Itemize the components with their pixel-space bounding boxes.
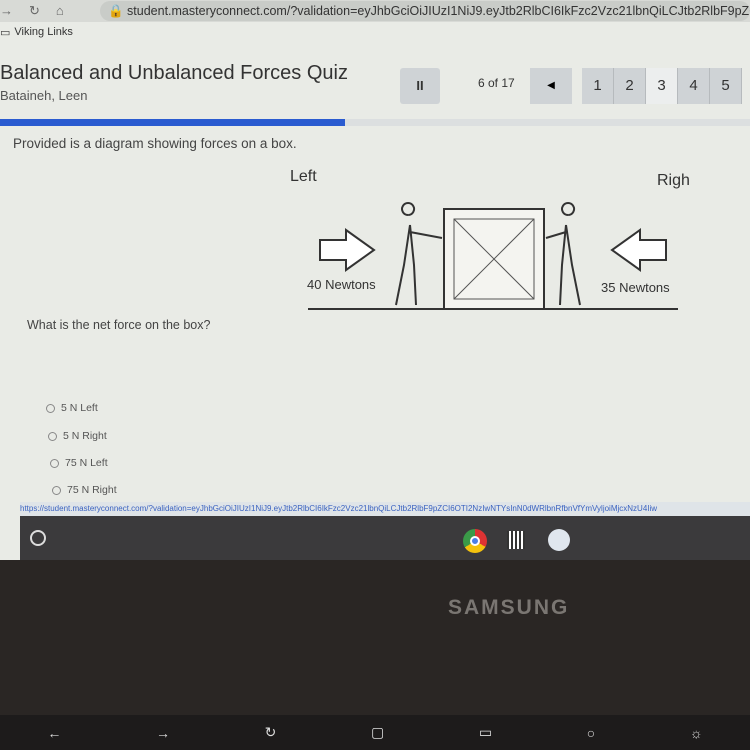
page-2[interactable]: 2 <box>614 68 646 104</box>
left-label: Left <box>290 168 317 185</box>
home-icon[interactable]: ⌂ <box>56 3 64 19</box>
forward-key-icon[interactable]: → <box>156 725 170 741</box>
progress-fill <box>0 119 345 126</box>
pause-button[interactable]: II <box>400 68 440 104</box>
launcher-icon[interactable] <box>30 530 46 546</box>
back-key-icon[interactable]: ← <box>47 725 61 741</box>
brightness-down-key-icon[interactable]: ○ <box>587 725 595 741</box>
screen: → ↻ ⌂ 🔒 student.masteryconnect.com/?valida… <box>0 0 750 560</box>
option-label: 5 N Right <box>63 430 107 442</box>
page-5[interactable]: 5 <box>710 68 742 104</box>
status-url: https://student.masteryconnect.com/?vali… <box>20 502 750 516</box>
right-label: Right <box>657 172 690 189</box>
radio[interactable] <box>46 403 55 413</box>
option-label: 75 N Left <box>65 457 108 469</box>
brightness-up-key-icon[interactable]: ☼ <box>690 725 703 741</box>
student-name: Bataineh, Leen <box>0 88 88 103</box>
option-3[interactable]: 75 N Left <box>50 457 108 469</box>
lock-icon: 🔒 <box>108 3 128 18</box>
taskbar <box>20 516 750 560</box>
radio[interactable] <box>50 458 59 468</box>
fullscreen-key-icon[interactable]: ▢ <box>371 724 384 741</box>
folder-icon: ▭ <box>0 27 11 39</box>
address-bar[interactable]: 🔒 student.masteryconnect.com/?validation… <box>100 1 750 21</box>
page-nav: 1 2 3 4 5 <box>582 68 742 104</box>
forward-icon[interactable]: → <box>0 3 13 19</box>
option-label: 75 N Right <box>67 484 117 496</box>
question-prompt: Provided is a diagram showing forces on … <box>13 136 297 151</box>
radio[interactable] <box>52 485 61 495</box>
left-person <box>395 202 443 306</box>
chrome-icon[interactable] <box>463 529 487 553</box>
page-4[interactable]: 4 <box>678 68 710 104</box>
force-diagram: Left Right 40 Newtons 35 Newtons <box>290 168 690 310</box>
reload-icon[interactable]: ↻ <box>29 3 40 19</box>
cloud-app-icon[interactable] <box>548 529 570 551</box>
radio[interactable] <box>48 431 57 441</box>
right-force: 35 Newtons <box>601 280 670 295</box>
samsung-logo: SAMSUNG <box>448 596 570 619</box>
option-4[interactable]: 75 N Right <box>52 484 117 496</box>
left-arrow <box>319 228 376 272</box>
page-1[interactable]: 1 <box>582 68 614 104</box>
option-2[interactable]: 5 N Right <box>48 430 107 442</box>
previous-button[interactable]: ◀ <box>530 68 572 104</box>
page-3[interactable]: 3 <box>646 68 678 104</box>
browser-toolbar: → ↻ ⌂ 🔒 student.masteryconnect.com/?valida… <box>0 0 750 22</box>
option-label: 5 N Left <box>61 402 98 414</box>
keyboard-top-row: ← → ↻ ▢ ▭ ○ ☼ <box>0 715 750 750</box>
option-1[interactable]: 5 N Left <box>46 402 98 414</box>
bookmark-viking-links[interactable]: ▭ Viking Links <box>0 26 73 39</box>
qr-app-icon[interactable] <box>507 531 525 549</box>
bookmark-label: Viking Links <box>14 26 73 38</box>
left-force: 40 Newtons <box>307 277 376 292</box>
url-text: student.masteryconnect.com/?validation=e… <box>127 4 750 18</box>
question-counter: 6 of 17 <box>478 76 515 90</box>
progress-bar <box>0 119 750 126</box>
quiz-title: Balanced and Unbalanced Forces Quiz <box>0 62 348 84</box>
overview-key-icon[interactable]: ▭ <box>479 724 492 741</box>
question-text: What is the net force on the box? <box>27 318 211 332</box>
right-person <box>545 202 581 306</box>
refresh-key-icon[interactable]: ↻ <box>265 724 277 741</box>
right-arrow <box>610 228 667 272</box>
